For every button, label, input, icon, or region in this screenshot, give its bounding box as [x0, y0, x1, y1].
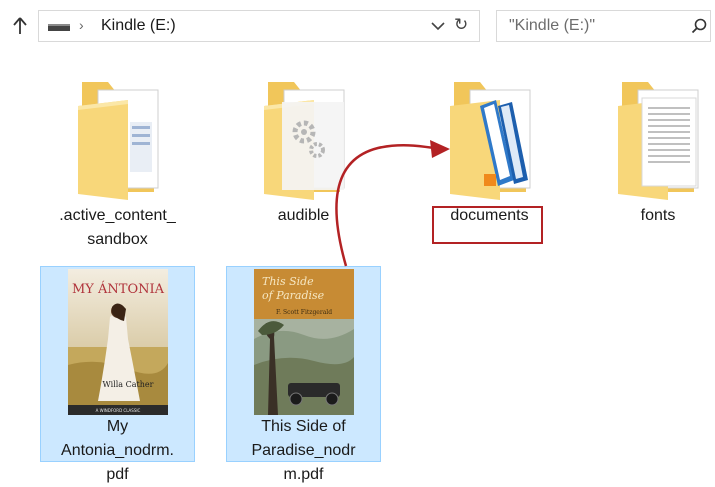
file-label: My Antonia_nodrm. pdf [61, 418, 174, 483]
folder-text-icon [618, 82, 699, 200]
search-input[interactable]: "Kindle (E:)" [509, 17, 595, 35]
file-label: This Side of Paradise_nodr m.pdf [251, 418, 356, 483]
cover-author: Willa Cather [102, 380, 153, 389]
folder-fonts[interactable]: fonts [598, 76, 715, 228]
folder-audible[interactable]: audible [226, 76, 381, 228]
search-box[interactable]: "Kindle (E:)" [496, 10, 711, 42]
cover-title-line1: This Side [262, 275, 314, 288]
address-bar[interactable]: › Kindle (E:) ↻ [38, 10, 480, 42]
book-cover-this-side-of-paradise: This Side of Paradise F. Scott Fitzgeral… [253, 269, 354, 415]
file-this-side-of-paradise-pdf[interactable]: This Side of Paradise F. Scott Fitzgeral… [226, 266, 381, 483]
cover-author: F. Scott Fitzgerald [275, 309, 331, 316]
cover-footer: A WINDFORD CLASSIC [95, 408, 140, 413]
book-cover-my-antonia: MY ÁNTONIA Willa Cather A WINDFORD CLASS… [67, 269, 168, 415]
folder-label: fonts [640, 207, 676, 224]
folder-gear-icon [263, 82, 344, 200]
arrow-up-icon [13, 17, 27, 34]
search-icon[interactable] [691, 18, 707, 34]
cover-title-line2: of Paradise [262, 289, 325, 302]
folder-active-content-sandbox[interactable]: .active_content_ sandbox [40, 76, 195, 252]
up-button[interactable] [10, 14, 30, 38]
breadcrumb-drive[interactable]: Kindle (E:) [101, 17, 176, 35]
file-my-antonia-pdf[interactable]: MY ÁNTONIA Willa Cather A WINDFORD CLASS… [40, 266, 195, 483]
refresh-button[interactable]: ↻ [454, 15, 468, 35]
folder-label: .active_content_ sandbox [59, 207, 176, 248]
chevron-down-icon[interactable] [431, 21, 445, 31]
usb-drive-icon [48, 24, 70, 31]
annotation-highlight-box [432, 206, 543, 244]
folder-document-icon [77, 82, 158, 200]
breadcrumb-separator: › [79, 17, 84, 33]
folder-label: audible [277, 207, 330, 224]
cover-title: MY ÁNTONIA [71, 281, 164, 297]
folder-books-icon [449, 82, 530, 200]
